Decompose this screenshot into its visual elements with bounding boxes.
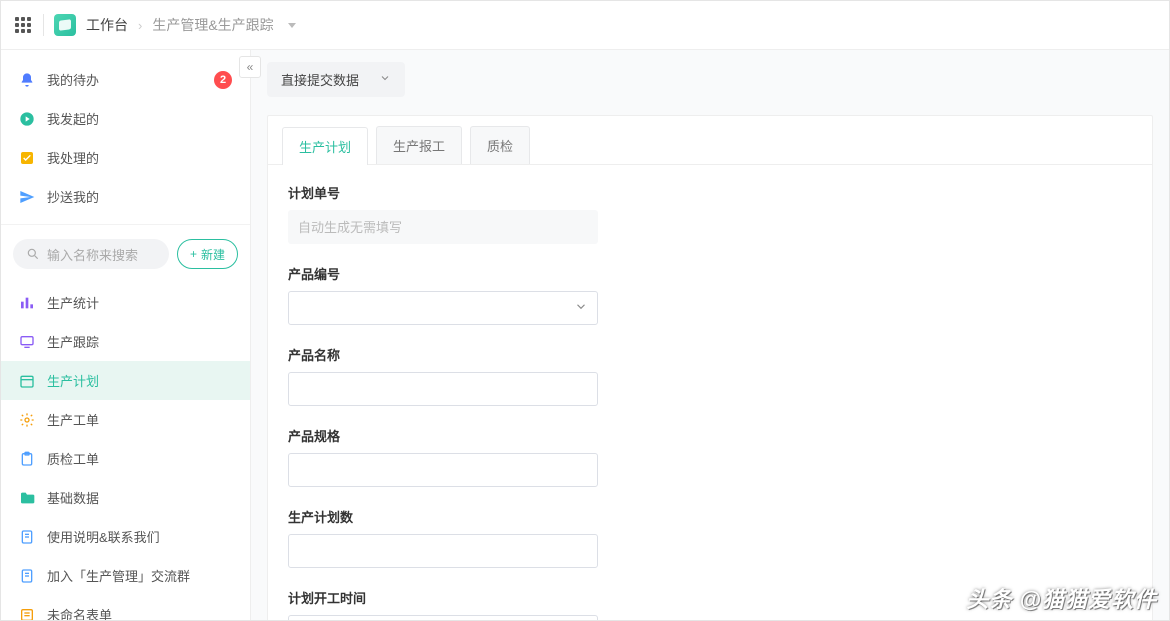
- tab-label: 生产报工: [393, 139, 445, 154]
- breadcrumb-current[interactable]: 生产管理&生产跟踪: [152, 15, 273, 35]
- sidebar-item-cc[interactable]: 抄送我的: [1, 177, 250, 216]
- field-label: 计划开工时间: [288, 588, 598, 607]
- form-body: 计划单号 产品编号 产品名称 产: [268, 165, 1152, 621]
- product-spec-input[interactable]: [288, 453, 598, 487]
- field-product-name: 产品名称: [288, 345, 598, 406]
- tab-qc[interactable]: 质检: [470, 126, 530, 164]
- check-box-icon: [19, 150, 35, 166]
- field-plan-no: 计划单号: [288, 183, 598, 244]
- gear-icon: [19, 412, 35, 428]
- play-icon: [19, 111, 35, 127]
- field-start-time: 计划开工时间: [288, 588, 598, 621]
- nav-item-label: 生产统计: [47, 293, 99, 312]
- plan-no-input: [288, 210, 598, 244]
- field-label: 生产计划数: [288, 507, 598, 526]
- nav-item-qc[interactable]: 质检工单: [1, 439, 250, 478]
- field-product-no: 产品编号: [288, 264, 598, 325]
- nav-item-stats[interactable]: 生产统计: [1, 283, 250, 322]
- nav-item-label: 生产跟踪: [47, 332, 99, 351]
- tab-label: 质检: [487, 139, 513, 154]
- nav-item-unnamed[interactable]: 未命名表单: [1, 595, 250, 621]
- form-icon: [19, 607, 35, 621]
- collapse-sidebar-button[interactable]: «: [239, 56, 261, 78]
- sidebar-item-handled[interactable]: 我处理的: [1, 138, 250, 177]
- new-button-label: 新建: [201, 246, 225, 263]
- sidebar-item-label: 我处理的: [47, 148, 99, 167]
- bars-icon: [19, 295, 35, 311]
- sidebar-item-label: 抄送我的: [47, 187, 99, 206]
- nav-item-label: 生产计划: [47, 371, 99, 390]
- submit-mode-select[interactable]: 直接提交数据: [267, 62, 405, 97]
- nav-item-label: 加入「生产管理」交流群: [47, 566, 190, 585]
- nav-item-label: 基础数据: [47, 488, 99, 507]
- monitor-icon: [19, 334, 35, 350]
- tab-plan[interactable]: 生产计划: [282, 127, 368, 165]
- plan-qty-input[interactable]: [288, 534, 598, 568]
- field-label: 计划单号: [288, 183, 598, 202]
- folder-icon: [19, 490, 35, 506]
- doc-icon: [19, 568, 35, 584]
- bell-icon: [19, 72, 35, 88]
- main-content: 直接提交数据 生产计划 生产报工 质检 计划单号 产品编号: [251, 50, 1169, 620]
- tab-report[interactable]: 生产报工: [376, 126, 462, 164]
- plus-icon: +: [190, 247, 197, 261]
- nav-item-label: 生产工单: [47, 410, 99, 429]
- sidebar: 我的待办 2 我发起的 我处理的 抄送我的: [1, 50, 251, 620]
- chevron-right-icon: ›: [138, 18, 142, 33]
- nav-item-label: 未命名表单: [47, 605, 112, 621]
- top-bar: 工作台 › 生产管理&生产跟踪: [1, 1, 1169, 50]
- send-icon: [19, 189, 35, 205]
- field-label: 产品名称: [288, 345, 598, 364]
- sidebar-item-initiated[interactable]: 我发起的: [1, 99, 250, 138]
- start-time-input[interactable]: [288, 615, 598, 621]
- nav-item-basedata[interactable]: 基础数据: [1, 478, 250, 517]
- clipboard-icon: [19, 451, 35, 467]
- product-name-input[interactable]: [288, 372, 598, 406]
- calendar-plan-icon: [19, 373, 35, 389]
- nav-item-group[interactable]: 加入「生产管理」交流群: [1, 556, 250, 595]
- sidebar-nav: 生产统计 生产跟踪 生产计划 生产工单 质检工单: [1, 283, 250, 621]
- breadcrumb-workspace[interactable]: 工作台: [86, 15, 128, 35]
- sidebar-item-todo[interactable]: 我的待办 2: [1, 60, 250, 99]
- search-input[interactable]: 输入名称来搜索: [13, 239, 169, 269]
- chevron-down-icon: [379, 72, 391, 87]
- app-logo-icon[interactable]: [54, 14, 76, 36]
- tab-label: 生产计划: [299, 140, 351, 155]
- chevron-down-icon: [574, 300, 588, 317]
- badge-count: 2: [214, 71, 232, 89]
- divider: [43, 14, 44, 36]
- tabs: 生产计划 生产报工 质检: [268, 116, 1152, 165]
- sidebar-item-label: 我的待办: [47, 70, 99, 89]
- product-no-select[interactable]: [288, 291, 598, 325]
- form-card: 生产计划 生产报工 质检 计划单号 产品编号: [267, 115, 1153, 621]
- field-label: 产品编号: [288, 264, 598, 283]
- sidebar-top-group: 我的待办 2 我发起的 我处理的 抄送我的: [1, 50, 250, 225]
- sidebar-search-row: 输入名称来搜索 + 新建: [1, 225, 250, 283]
- search-icon: [25, 246, 41, 262]
- field-label: 产品规格: [288, 426, 598, 445]
- nav-item-label: 使用说明&联系我们: [47, 527, 160, 546]
- nav-item-track[interactable]: 生产跟踪: [1, 322, 250, 361]
- sidebar-item-label: 我发起的: [47, 109, 99, 128]
- caret-down-icon[interactable]: [288, 23, 296, 28]
- search-placeholder: 输入名称来搜索: [47, 245, 138, 264]
- nav-item-help[interactable]: 使用说明&联系我们: [1, 517, 250, 556]
- doc-icon: [19, 529, 35, 545]
- nav-item-order[interactable]: 生产工单: [1, 400, 250, 439]
- nav-item-plan[interactable]: 生产计划: [1, 361, 250, 400]
- field-plan-qty: 生产计划数: [288, 507, 598, 568]
- apps-grid-icon[interactable]: [13, 15, 33, 35]
- nav-item-label: 质检工单: [47, 449, 99, 468]
- field-product-spec: 产品规格: [288, 426, 598, 487]
- new-button[interactable]: + 新建: [177, 239, 238, 269]
- submit-mode-label: 直接提交数据: [281, 70, 359, 89]
